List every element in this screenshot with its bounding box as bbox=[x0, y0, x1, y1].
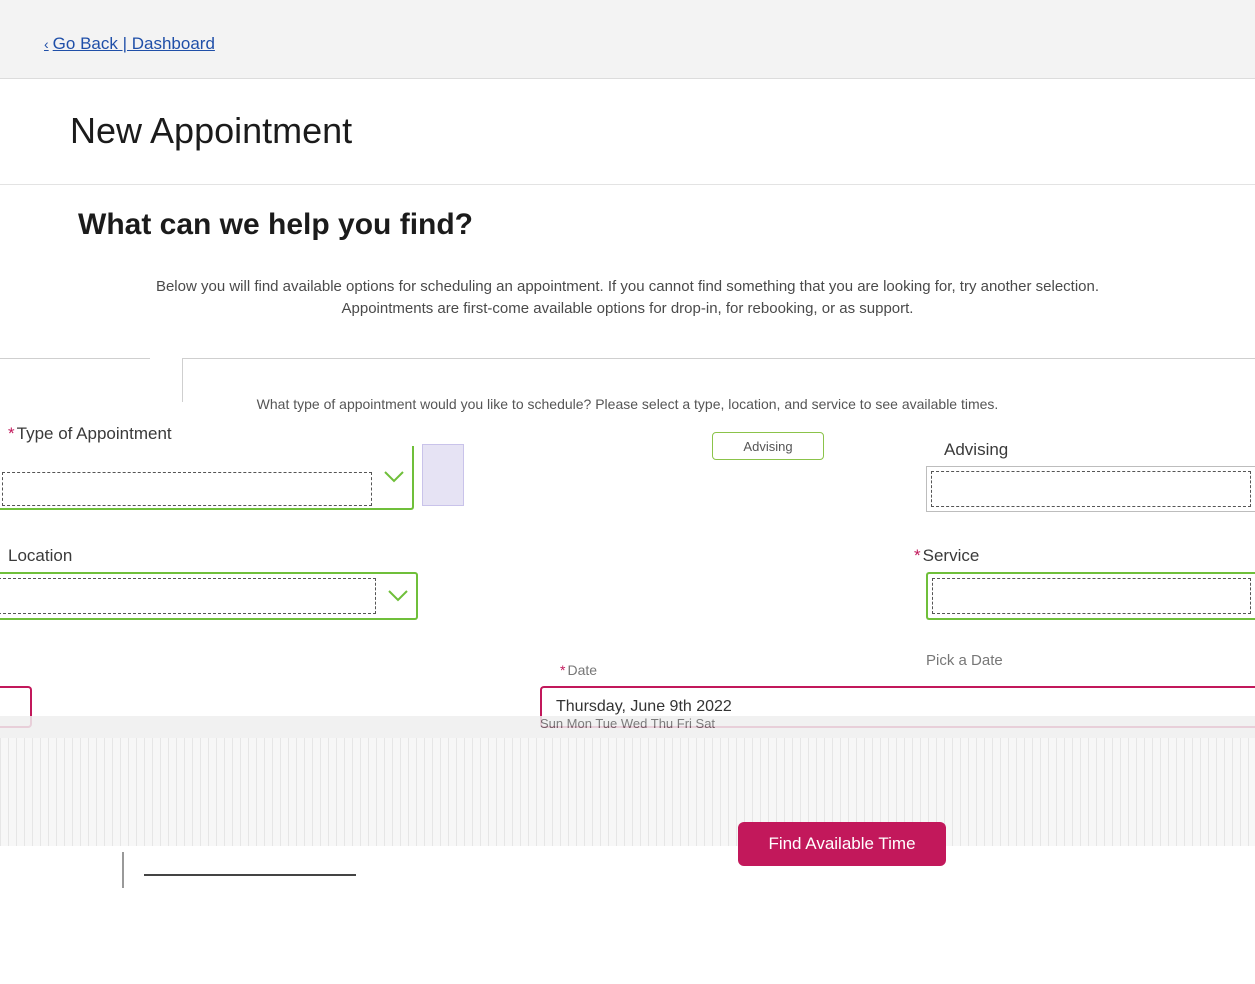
card-edge bbox=[182, 358, 1255, 359]
service-field-label-text: Service bbox=[922, 546, 980, 565]
reason-field-label-text: Advising bbox=[944, 440, 1009, 459]
back-link[interactable]: ‹ Go Back | Dashboard bbox=[44, 34, 215, 54]
required-marker: * bbox=[914, 546, 921, 565]
card-edge bbox=[0, 358, 150, 359]
required-marker: * bbox=[8, 424, 15, 443]
page: ‹ Go Back | Dashboard New Appointment Wh… bbox=[0, 0, 1255, 984]
chevron-down-icon bbox=[380, 574, 416, 618]
intro-line-1: Below you will find available options fo… bbox=[155, 278, 1100, 295]
intro-line-2: Appointments are first-come available op… bbox=[341, 300, 914, 317]
type-select-label-text: Type of Appointment bbox=[16, 424, 172, 443]
calendar-popup[interactable]: Sun Mon Tue Wed Thu Fri Sat bbox=[0, 716, 1255, 846]
service-field-value bbox=[932, 578, 1251, 614]
date-field-value: Thursday, June 9th 2022 bbox=[556, 698, 732, 715]
reason-field-value bbox=[931, 471, 1251, 507]
service-field-label: * Service bbox=[914, 546, 979, 566]
type-select-value bbox=[2, 472, 372, 506]
scroll-track bbox=[122, 852, 124, 888]
back-link-label: Go Back | Dashboard bbox=[52, 34, 215, 53]
category-chip[interactable]: Advising bbox=[712, 432, 824, 460]
divider bbox=[0, 184, 1255, 185]
card-intro: What type of appointment would you like … bbox=[256, 396, 999, 412]
chevron-left-icon: ‹ bbox=[44, 36, 49, 52]
reason-field[interactable] bbox=[926, 466, 1255, 512]
location-select-label-text: Location bbox=[8, 546, 73, 565]
intro-text: Below you will find available options fo… bbox=[0, 276, 1255, 320]
section-title: What can we help you find? bbox=[78, 208, 474, 241]
type-select[interactable] bbox=[0, 446, 414, 510]
calendar-header: Sun Mon Tue Wed Thu Fri Sat bbox=[0, 716, 1255, 738]
find-available-time-button[interactable]: Find Available Time bbox=[738, 822, 946, 866]
chevron-down-icon bbox=[376, 446, 412, 508]
scrollbar-handle[interactable] bbox=[144, 866, 356, 876]
side-panel-strip bbox=[422, 444, 464, 506]
page-title: New Appointment bbox=[70, 110, 353, 151]
pick-date-label: Pick a Date bbox=[926, 652, 1003, 669]
date-field-label: * Date bbox=[560, 662, 597, 678]
type-select-label: * Type of Appointment bbox=[8, 424, 172, 444]
required-marker: * bbox=[560, 662, 566, 678]
reason-field-label: Advising bbox=[944, 440, 1008, 460]
location-select-label: Location bbox=[8, 546, 72, 566]
date-field-label-text: Date bbox=[567, 662, 598, 678]
location-select[interactable] bbox=[0, 572, 418, 620]
location-select-value bbox=[0, 578, 376, 614]
top-bar: ‹ Go Back | Dashboard bbox=[0, 0, 1255, 79]
service-field[interactable] bbox=[926, 572, 1255, 620]
